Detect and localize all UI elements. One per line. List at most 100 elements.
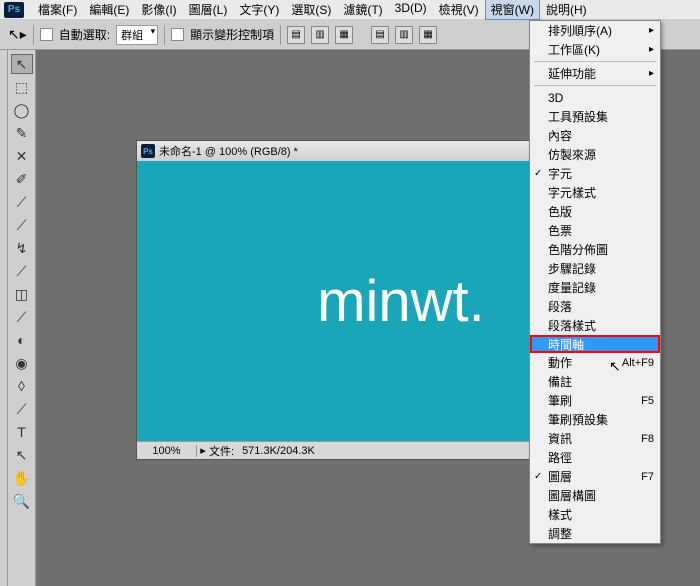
shortcut: Alt+F9 [622, 357, 654, 369]
tool-11[interactable]: ⟋ [11, 307, 33, 327]
tool-5[interactable]: ✐ [11, 169, 33, 189]
tool-19[interactable]: 🔍 [11, 491, 33, 511]
menu-item-label: 內容 [548, 127, 572, 144]
tool-4[interactable]: ✕ [11, 146, 33, 166]
menu-item-label: 延伸功能 [548, 65, 596, 82]
menu-item-18[interactable]: 時間軸 [530, 335, 660, 353]
menu-0[interactable]: 檔案(F) [32, 0, 83, 20]
menu-separator [534, 85, 656, 86]
shortcut: F5 [641, 395, 654, 407]
menu-item-label: 圖層 [548, 468, 572, 485]
menu-4[interactable]: 文字(Y) [233, 0, 285, 20]
menu-item-13[interactable]: 色階分佈圖 [530, 240, 660, 259]
align-btn-6[interactable]: ▦ [419, 26, 437, 44]
menu-item-28[interactable]: 調整 [530, 524, 660, 543]
align-btn-1[interactable]: ▤ [287, 26, 305, 44]
tool-9[interactable]: ⟋ [11, 261, 33, 281]
menu-item-0[interactable]: 排列順序(A) [530, 21, 660, 40]
doc-icon: Ps [141, 144, 155, 158]
menu-item-8[interactable]: 仿製來源 [530, 145, 660, 164]
menu-item-label: 樣式 [548, 506, 572, 523]
menu-item-5[interactable]: 3D [530, 88, 660, 107]
menu-item-label: 調整 [548, 525, 572, 542]
menu-item-22[interactable]: 筆刷預設集 [530, 410, 660, 429]
menu-item-label: 段落 [548, 298, 572, 315]
tool-15[interactable]: ⟋ [11, 399, 33, 419]
menu-item-19[interactable]: 動作Alt+F9 [530, 353, 660, 372]
menu-item-label: 步驟記錄 [548, 260, 596, 277]
menu-item-label: 備註 [548, 373, 572, 390]
window-menu-dropdown: 排列順序(A)工作區(K) 延伸功能 3D 工具預設集內容仿製來源字元字元樣式色版色票… [529, 20, 661, 544]
menu-6[interactable]: 濾鏡(T) [337, 0, 388, 20]
shortcut: F7 [641, 471, 654, 483]
align-btn-3[interactable]: ▦ [335, 26, 353, 44]
menu-item-15[interactable]: 度量記錄 [530, 278, 660, 297]
menu-item-26[interactable]: 圖層構圖 [530, 486, 660, 505]
tool-16[interactable]: T [11, 422, 33, 442]
document-window: Ps 未命名-1 @ 100% (RGB/8) * minwt. 100% ▸ … [136, 140, 566, 460]
menu-item-20[interactable]: 備註 [530, 372, 660, 391]
left-rail [0, 50, 8, 586]
menu-3[interactable]: 圖層(L) [183, 0, 234, 20]
menubar: Ps 檔案(F)編輯(E)影像(I)圖層(L)文字(Y)選取(S)濾鏡(T)3D… [0, 0, 700, 20]
tool-7[interactable]: ⟋ [11, 215, 33, 235]
menu-7[interactable]: 3D(D) [389, 0, 433, 20]
tool-17[interactable]: ↖ [11, 445, 33, 465]
menu-item-label: 3D [548, 91, 563, 105]
menu-item-11[interactable]: 色版 [530, 202, 660, 221]
menu-item-23[interactable]: 資訊 F8 [530, 429, 660, 448]
tool-3[interactable]: ✎ [11, 123, 33, 143]
tool-18[interactable]: ✋ [11, 468, 33, 488]
tool-14[interactable]: ◊ [11, 376, 33, 396]
document-titlebar[interactable]: Ps 未命名-1 @ 100% (RGB/8) * [137, 141, 565, 161]
auto-select-checkbox[interactable] [40, 28, 53, 41]
menu-item-3[interactable]: 延伸功能 [530, 64, 660, 83]
tool-0[interactable]: ↖ [11, 54, 33, 74]
menu-5[interactable]: 選取(S) [285, 0, 337, 20]
menu-10[interactable]: 說明(H) [540, 0, 593, 20]
zoom-level[interactable]: 100% [137, 445, 197, 457]
tool-8[interactable]: ↯ [11, 238, 33, 258]
menu-9[interactable]: 視窗(W) [485, 0, 540, 20]
menu-item-17[interactable]: 段落樣式 [530, 316, 660, 335]
tool-1[interactable]: ⬚ [11, 77, 33, 97]
menu-item-27[interactable]: 樣式 [530, 505, 660, 524]
menu-item-1[interactable]: 工作區(K) [530, 40, 660, 59]
shortcut: F8 [641, 433, 654, 445]
group-select[interactable]: 群組 [116, 25, 158, 45]
menu-item-14[interactable]: 步驟記錄 [530, 259, 660, 278]
menu-item-25[interactable]: 圖層 F7 [530, 467, 660, 486]
align-btn-4[interactable]: ▤ [371, 26, 389, 44]
align-btn-2[interactable]: ▥ [311, 26, 329, 44]
menu-2[interactable]: 影像(I) [135, 0, 182, 20]
tool-13[interactable]: ◉ [11, 353, 33, 373]
menu-item-label: 色票 [548, 222, 572, 239]
menu-item-12[interactable]: 色票 [530, 221, 660, 240]
transform-checkbox[interactable] [171, 28, 184, 41]
tool-6[interactable]: ⟋ [11, 192, 33, 212]
menu-item-21[interactable]: 筆刷 F5 [530, 391, 660, 410]
menu-1[interactable]: 編輯(E) [83, 0, 135, 20]
canvas-text: minwt. [317, 268, 485, 335]
menu-item-6[interactable]: 工具預設集 [530, 107, 660, 126]
tool-12[interactable]: ◐ [11, 330, 33, 350]
toolbox: ↖ ⬚ ◯ ✎ ✕ ✐ ⟋ ⟋ ↯ ⟋ ◫ ⟋ ◐ ◉ ◊ ⟋ T ↖ ✋ 🔍 [8, 50, 36, 586]
menu-item-label: 段落樣式 [548, 317, 596, 334]
menu-item-7[interactable]: 內容 [530, 126, 660, 145]
menu-item-9[interactable]: 字元 [530, 164, 660, 183]
status-label: 文件: [209, 443, 234, 459]
tool-10[interactable]: ◫ [11, 284, 33, 304]
menu-item-16[interactable]: 段落 [530, 297, 660, 316]
menu-item-label: 時間軸 [548, 336, 584, 353]
tool-2[interactable]: ◯ [11, 100, 33, 120]
menu-item-24[interactable]: 路徑 [530, 448, 660, 467]
auto-select-label: 自動選取: [59, 26, 110, 43]
align-btn-5[interactable]: ▥ [395, 26, 413, 44]
menu-item-label: 字元 [548, 165, 572, 182]
menu-item-label: 資訊 [548, 430, 572, 447]
menu-8[interactable]: 檢視(V) [433, 0, 485, 20]
menu-item-10[interactable]: 字元樣式 [530, 183, 660, 202]
menu-item-label: 排列順序(A) [548, 22, 612, 39]
menu-item-label: 筆刷 [548, 392, 572, 409]
canvas[interactable]: minwt. [137, 161, 565, 441]
